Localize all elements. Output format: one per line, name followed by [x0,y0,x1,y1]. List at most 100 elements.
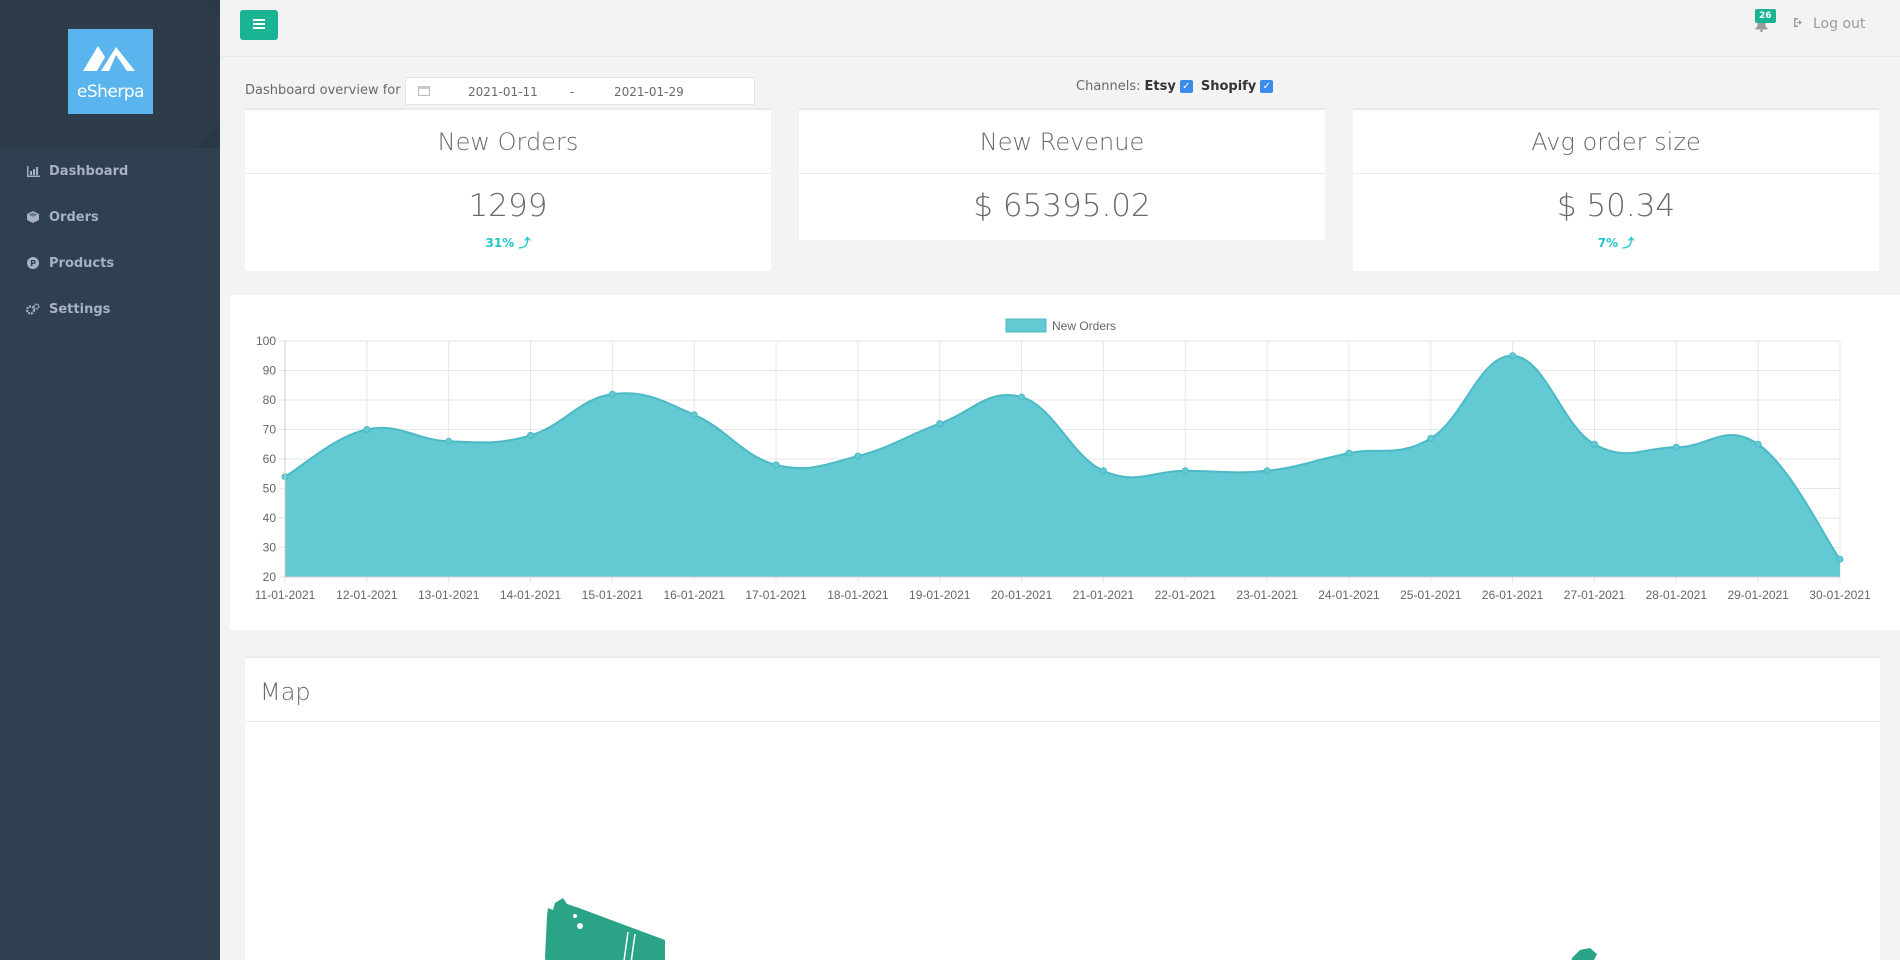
x-tick-label: 12-01-2021 [336,588,398,602]
sidebar-item-products[interactable]: P Products [0,240,220,286]
x-tick-label: 24-01-2021 [1318,588,1380,602]
sidebar-item-label: Products [49,255,115,271]
us-map[interactable] [245,658,1880,960]
sidebar-item-dashboard[interactable]: Dashboard [0,148,220,194]
data-point [854,452,862,460]
data-point [1590,440,1598,448]
data-point [772,461,780,469]
data-point [1509,352,1517,360]
topbar: 26 Log out [220,0,1900,57]
x-tick-label: 21-01-2021 [1073,588,1135,602]
legend-label: New Orders [1052,319,1116,333]
data-point [608,390,616,398]
x-tick-label: 22-01-2021 [1155,588,1217,602]
channel-shopify-checkbox[interactable]: ✓ [1260,80,1274,93]
data-point [936,420,944,428]
sidebar-item-settings[interactable]: Settings [0,286,220,332]
card-title: New Orders [245,110,771,174]
new-revenue-card: New Revenue $ 65395.02 [799,108,1325,240]
channels-label: Channels: [1076,79,1141,94]
x-tick-label: 11-01-2021 [255,588,316,602]
date-separator: - [570,85,575,99]
data-point [1836,555,1844,563]
gears-icon [25,303,41,315]
sidebar-item-label: Settings [49,301,111,317]
date-range-input[interactable]: 2021-01-11 - 2021-01-29 [405,77,755,105]
series-area-new-orders [285,355,1840,577]
data-point [363,426,371,433]
x-tick-label: 25-01-2021 [1400,588,1462,602]
card-title: New Revenue [799,110,1325,174]
card-change: 7% ⤴ [1597,236,1635,250]
data-point [1018,393,1026,401]
x-tick-label: 23-01-2021 [1236,588,1298,602]
hamburger-icon [253,17,265,33]
channel-etsy-label: Etsy [1144,79,1176,94]
map-state-washington [545,898,665,960]
x-tick-label: 15-01-2021 [582,588,644,602]
data-point [1345,449,1353,457]
channel-etsy-checkbox[interactable]: ✓ [1179,80,1193,93]
card-title: Avg order size [1353,110,1879,174]
sidebar-nav: Dashboard Orders P Products Settings [0,148,220,332]
product-icon: P [25,257,41,269]
y-tick-label: 70 [263,423,277,437]
sidebar-item-orders[interactable]: Orders [0,194,220,240]
dashboard-overview-label: Dashboard overview for : [245,83,410,98]
card-change: 31% ⤴ [485,236,531,250]
data-point [1181,467,1189,475]
y-tick-label: 100 [256,334,276,348]
x-tick-label: 17-01-2021 [745,588,807,602]
calendar-icon [418,85,430,99]
sidebar-item-label: Dashboard [49,163,129,179]
y-tick-label: 50 [263,482,277,496]
x-tick-label: 19-01-2021 [909,588,971,602]
y-tick-label: 30 [263,541,277,555]
data-point [1427,434,1435,442]
card-value: $ 65395.02 [973,188,1151,224]
legend-swatch [1005,318,1047,333]
new-orders-chart: 20 30 40 50 60 70 80 90 100 11-01-2021 12-01-2021 1… [255,318,1871,602]
avg-order-size-card: Avg order size $ 50.34 7% ⤴ [1353,108,1879,271]
menu-toggle-button[interactable] [240,10,278,40]
y-tick-label: 20 [263,570,277,584]
logout-link[interactable]: Log out [1793,16,1865,32]
y-tick-label: 90 [263,364,277,378]
x-tick-label: 28-01-2021 [1646,588,1708,602]
channels-filter: Channels: Etsy ✓ Shopify ✓ [1076,79,1277,94]
x-tick-label: 29-01-2021 [1727,588,1789,602]
logo-text: eSherpa [76,82,145,102]
svg-text:P: P [30,259,36,268]
map-island [573,914,577,918]
sidebar: eSherpa Dashboard Orders P Products Sett… [0,0,220,960]
x-tick-label: 20-01-2021 [991,588,1053,602]
map-panel: Map [245,656,1880,960]
x-tick-label: 26-01-2021 [1482,588,1544,602]
sidebar-item-label: Orders [49,209,99,225]
x-tick-label: 27-01-2021 [1564,588,1626,602]
mountain-logo-icon [83,46,135,71]
data-point [1672,443,1680,451]
data-point [1263,467,1271,475]
card-value: 1299 [468,188,548,224]
x-tick-label: 13-01-2021 [418,588,480,602]
date-to-value: 2021-01-29 [614,85,684,99]
y-tick-label: 80 [263,393,277,407]
x-tick-label: 16-01-2021 [664,588,726,602]
new-orders-chart-panel: 20 30 40 50 60 70 80 90 100 11-01-2021 12-01-2021 1… [230,295,1900,630]
notification-count-badge: 26 [1755,9,1776,23]
card-value: $ 50.34 [1556,188,1676,224]
sidebar-header: eSherpa [0,0,220,148]
data-point [445,437,453,445]
data-point [690,411,698,419]
new-orders-card: New Orders 1299 31% ⤴ [245,108,771,271]
map-island [577,923,583,929]
x-tick-label: 14-01-2021 [500,588,562,602]
sign-out-icon [1793,17,1805,31]
logo[interactable]: eSherpa [68,29,153,114]
channel-shopify-label: Shopify [1200,79,1257,94]
data-point [527,431,535,439]
y-tick-label: 40 [263,511,277,525]
x-tick-label: 30-01-2021 [1809,588,1871,602]
bar-chart-icon [25,165,41,177]
